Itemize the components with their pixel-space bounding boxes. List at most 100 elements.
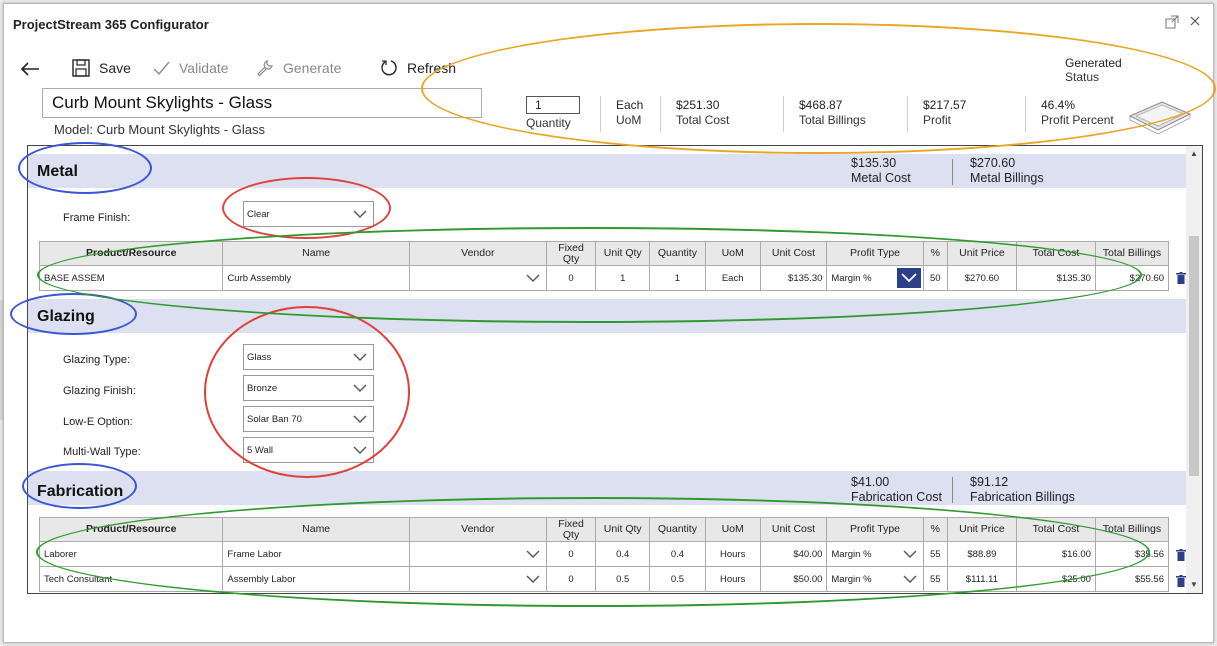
- chevron-down-icon[interactable]: [896, 268, 921, 288]
- chevron-down-icon: [903, 573, 917, 585]
- cell-profit-type: Margin %: [831, 573, 872, 585]
- col-fixed-qty: Fixed Qty: [545, 517, 597, 542]
- scroll-up-icon[interactable]: ▲: [1186, 148, 1202, 160]
- vertical-scrollbar[interactable]: ▲ ▼: [1186, 146, 1202, 593]
- save-label: Save: [99, 60, 131, 76]
- frame-finish-dropdown[interactable]: Clear: [243, 201, 374, 227]
- col-vendor: Vendor: [408, 517, 547, 542]
- glazing-section-header[interactable]: Glazing: [28, 299, 1186, 333]
- table-header-row: Product/Resource Name Vendor Fixed Qty U…: [38, 517, 1170, 542]
- fabrication-billings-summary: $91.12 Fabrication Billings: [970, 475, 1075, 505]
- col-total-cost: Total Cost: [1015, 241, 1096, 266]
- refresh-button[interactable]: Refresh: [379, 56, 456, 80]
- glazing-type-dropdown[interactable]: Glass: [243, 344, 374, 370]
- glazing-finish-dropdown[interactable]: Bronze: [243, 375, 374, 401]
- save-button[interactable]: Save: [71, 56, 131, 80]
- metal-section-header[interactable]: Metal $135.30 Metal Cost $270.60 Metal B…: [28, 154, 1186, 188]
- product-name-field[interactable]: Curb Mount Skylights - Glass: [42, 88, 482, 118]
- fabrication-cost-label: Fabrication Cost: [851, 490, 943, 504]
- col-percent: %: [922, 517, 948, 542]
- col-product-resource: Product/Resource: [38, 241, 224, 266]
- close-icon[interactable]: [1187, 15, 1203, 31]
- cell-unit-qty[interactable]: 0.5: [595, 566, 651, 592]
- col-uom: UoM: [704, 241, 761, 266]
- metal-line-items-table: Product/Resource Name Vendor Fixed Qty U…: [38, 241, 1170, 291]
- cell-fixed-qty[interactable]: 0: [545, 566, 597, 592]
- trash-icon[interactable]: [1176, 271, 1186, 284]
- glazing-type-label: Glazing Type:: [63, 354, 131, 366]
- table-row[interactable]: Tech Consultant Assembly Labor 0 0.5 0.5…: [38, 566, 1170, 592]
- scroll-down-icon[interactable]: ▼: [1186, 579, 1202, 591]
- cell-percent[interactable]: 50: [922, 265, 948, 291]
- profit-type-dropdown[interactable]: Margin %: [826, 566, 924, 592]
- col-unit-price: Unit Price: [946, 241, 1017, 266]
- checkmark-icon: [151, 58, 171, 78]
- metric-divider: [907, 96, 908, 132]
- frame-finish-value: Clear: [247, 209, 270, 220]
- generate-button[interactable]: Generate: [255, 56, 341, 80]
- cell-unit-price: $111.11: [946, 566, 1017, 592]
- fabrication-line-items-table: Product/Resource Name Vendor Fixed Qty U…: [38, 517, 1170, 592]
- metal-cost-summary: $135.30 Metal Cost: [851, 156, 911, 186]
- profit-percent-metric: 46.4% Profit Percent: [1041, 98, 1114, 128]
- profit-type-dropdown[interactable]: Margin %: [826, 265, 924, 291]
- cell-name[interactable]: Curb Assembly: [222, 265, 410, 291]
- summary-divider: [952, 477, 953, 503]
- fabrication-cost-value: $41.00: [851, 475, 890, 489]
- refresh-icon: [379, 58, 399, 78]
- cell-product[interactable]: BASE ASSEM: [38, 265, 224, 291]
- product-header: Curb Mount Skylights - Glass Model: Curb…: [4, 88, 1213, 144]
- table-row[interactable]: Laborer Frame Labor 0 0.4 0.4 Hours $40.…: [38, 541, 1170, 567]
- scrollbar-thumb[interactable]: [1189, 236, 1199, 476]
- trash-icon[interactable]: [1176, 548, 1186, 561]
- uom-label: UoM: [616, 113, 642, 127]
- validate-label: Validate: [179, 60, 229, 76]
- cell-percent[interactable]: 55: [922, 566, 948, 592]
- col-profit-type: Profit Type: [826, 241, 924, 266]
- cell-product[interactable]: Laborer: [38, 541, 224, 567]
- chevron-down-icon: [526, 272, 540, 284]
- col-uom: UoM: [704, 517, 761, 542]
- cell-unit-cost[interactable]: $50.00: [759, 566, 828, 592]
- cell-percent[interactable]: 55: [922, 541, 948, 567]
- col-profit-type: Profit Type: [826, 517, 924, 542]
- back-arrow-icon[interactable]: [18, 58, 44, 80]
- metal-cost-label: Metal Cost: [851, 171, 911, 185]
- cell-unit-qty[interactable]: 1: [595, 265, 651, 291]
- cell-profit-type: Margin %: [831, 548, 872, 560]
- cell-unit-qty[interactable]: 0.4: [595, 541, 651, 567]
- cell-unit-cost[interactable]: $135.30: [759, 265, 828, 291]
- cell-total-cost: $16.00: [1015, 541, 1096, 567]
- vendor-dropdown[interactable]: [408, 265, 547, 291]
- status-block: Generated Status: [1065, 56, 1122, 84]
- cell-name[interactable]: Assembly Labor: [222, 566, 410, 592]
- quantity-label: Quantity: [526, 116, 571, 130]
- low-e-option-dropdown[interactable]: Solar Ban 70: [243, 406, 374, 432]
- col-product-resource: Product/Resource: [38, 517, 224, 542]
- profit-type-dropdown[interactable]: Margin %: [826, 541, 924, 567]
- multi-wall-type-label: Multi-Wall Type:: [63, 446, 141, 458]
- vendor-dropdown[interactable]: [408, 541, 547, 567]
- low-e-option-label: Low-E Option:: [63, 416, 133, 428]
- cell-product[interactable]: Tech Consultant: [38, 566, 224, 592]
- table-row[interactable]: BASE ASSEM Curb Assembly 0 1 1 Each $135…: [38, 265, 1170, 291]
- cell-name[interactable]: Frame Labor: [222, 541, 410, 567]
- trash-icon[interactable]: [1176, 574, 1186, 587]
- metal-billings-summary: $270.60 Metal Billings: [970, 156, 1044, 186]
- total-cost-value: $251.30: [676, 98, 720, 112]
- multi-wall-type-dropdown[interactable]: 5 Wall: [243, 437, 374, 463]
- cell-fixed-qty[interactable]: 0: [545, 265, 597, 291]
- quantity-input[interactable]: 1: [526, 96, 580, 114]
- total-billings-label: Total Billings: [799, 113, 866, 127]
- validate-button[interactable]: Validate: [151, 56, 229, 80]
- low-e-option-value: Solar Ban 70: [247, 414, 302, 425]
- fabrication-billings-label: Fabrication Billings: [970, 490, 1075, 504]
- wrench-icon: [255, 58, 275, 78]
- profit-percent-label: Profit Percent: [1041, 113, 1114, 127]
- cell-unit-cost[interactable]: $40.00: [759, 541, 828, 567]
- vendor-dropdown[interactable]: [408, 566, 547, 592]
- popout-icon[interactable]: [1164, 15, 1180, 31]
- fabrication-section-header[interactable]: Fabrication $41.00 Fabrication Cost $91.…: [28, 471, 1186, 505]
- cell-fixed-qty[interactable]: 0: [545, 541, 597, 567]
- table-header-row: Product/Resource Name Vendor Fixed Qty U…: [38, 241, 1170, 266]
